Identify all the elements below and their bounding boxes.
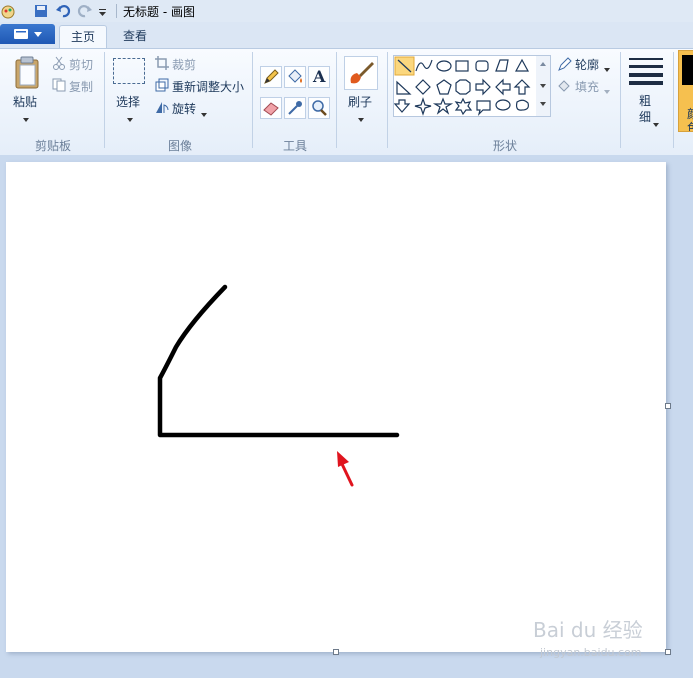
clipboard-group-label: 剪贴板 xyxy=(34,139,71,153)
fill-icon xyxy=(556,78,572,97)
group-separator xyxy=(252,52,253,148)
paste-label[interactable]: 粘贴 xyxy=(13,93,37,110)
select-label[interactable]: 选择 xyxy=(116,93,140,110)
rotate-icon[interactable] xyxy=(155,100,169,117)
canvas-resize-handle-bottom[interactable] xyxy=(333,649,339,655)
outline-dropdown-icon[interactable] xyxy=(604,61,610,75)
brush-icon[interactable] xyxy=(344,56,378,90)
image-group-label: 图像 xyxy=(167,139,192,153)
canvas-resize-handle-right[interactable] xyxy=(665,403,671,409)
title-separator xyxy=(116,4,117,18)
save-icon[interactable] xyxy=(33,3,49,19)
resize-icon[interactable] xyxy=(155,78,169,95)
outline-icon[interactable] xyxy=(556,56,572,75)
shapes-gallery xyxy=(393,55,551,117)
text-tool-glyph: A xyxy=(313,67,326,86)
pencil-icon[interactable] xyxy=(260,66,282,88)
rotate-label[interactable]: 旋转 xyxy=(172,100,196,117)
select-dropdown-icon[interactable] xyxy=(127,111,133,125)
shapes-gallery-icons[interactable] xyxy=(393,56,550,116)
group-separator xyxy=(620,52,621,148)
copy-label: 复制 xyxy=(69,80,94,94)
crop-label: 裁剪 xyxy=(172,58,197,72)
undo-icon[interactable] xyxy=(55,3,71,19)
redo-icon[interactable] xyxy=(77,3,93,19)
fill-bucket-icon[interactable] xyxy=(284,66,306,88)
tab-home[interactable]: 主页 xyxy=(59,25,107,48)
text-tool-icon[interactable]: A xyxy=(308,66,330,88)
group-separator xyxy=(104,52,105,148)
size-label[interactable]: 粗细 xyxy=(639,93,653,125)
line-size-icon[interactable] xyxy=(629,57,663,88)
paste-icon[interactable] xyxy=(13,56,41,93)
drawing-canvas[interactable] xyxy=(6,162,666,652)
red-arrow-annotation xyxy=(337,451,354,487)
file-menu-button[interactable] xyxy=(0,24,55,44)
paste-dropdown-icon[interactable] xyxy=(23,111,29,125)
paint-app-icon[interactable] xyxy=(0,3,16,19)
select-icon[interactable] xyxy=(113,58,145,84)
baidu-watermark: Bai du 经验 xyxy=(533,618,643,642)
copy-icon xyxy=(52,78,66,95)
crop-icon xyxy=(155,56,169,73)
fill-dropdown-icon xyxy=(604,83,610,97)
cut-icon xyxy=(52,56,66,73)
magnifier-icon[interactable] xyxy=(308,97,330,119)
cut-label: 剪切 xyxy=(69,58,94,72)
color1-label: 颜色 xyxy=(687,107,693,131)
baidu-watermark-url: jingyan.baidu.com xyxy=(540,646,642,659)
brushes-dropdown-icon[interactable] xyxy=(358,111,364,125)
shapes-group-label: 形状 xyxy=(492,139,517,153)
customize-toolbar-chevron-icon[interactable] xyxy=(98,3,114,19)
file-menu-icon xyxy=(14,29,42,39)
eraser-icon[interactable] xyxy=(260,97,282,119)
group-separator xyxy=(673,52,674,148)
group-separator xyxy=(387,52,388,148)
drawn-lines xyxy=(157,284,400,438)
resize-label[interactable]: 重新调整大小 xyxy=(172,78,244,95)
brushes-label[interactable]: 刷子 xyxy=(348,93,372,110)
canvas-resize-handle-corner[interactable] xyxy=(665,649,671,655)
rotate-dropdown-icon[interactable] xyxy=(201,106,207,120)
outline-label[interactable]: 轮廓 xyxy=(575,56,599,73)
group-separator xyxy=(336,52,337,148)
color1-button[interactable]: 颜色 xyxy=(678,50,693,132)
size-dropdown-icon[interactable] xyxy=(653,116,659,130)
tools-group-label: 工具 xyxy=(282,139,307,153)
tab-view[interactable]: 查看 xyxy=(112,25,158,47)
color-picker-icon[interactable] xyxy=(284,97,306,119)
window-title: 无标题 - 画图 xyxy=(123,5,195,19)
color1-swatch xyxy=(682,55,693,85)
fill-label: 填充 xyxy=(575,80,600,94)
title-bar: 无标题 - 画图 xyxy=(0,0,693,23)
